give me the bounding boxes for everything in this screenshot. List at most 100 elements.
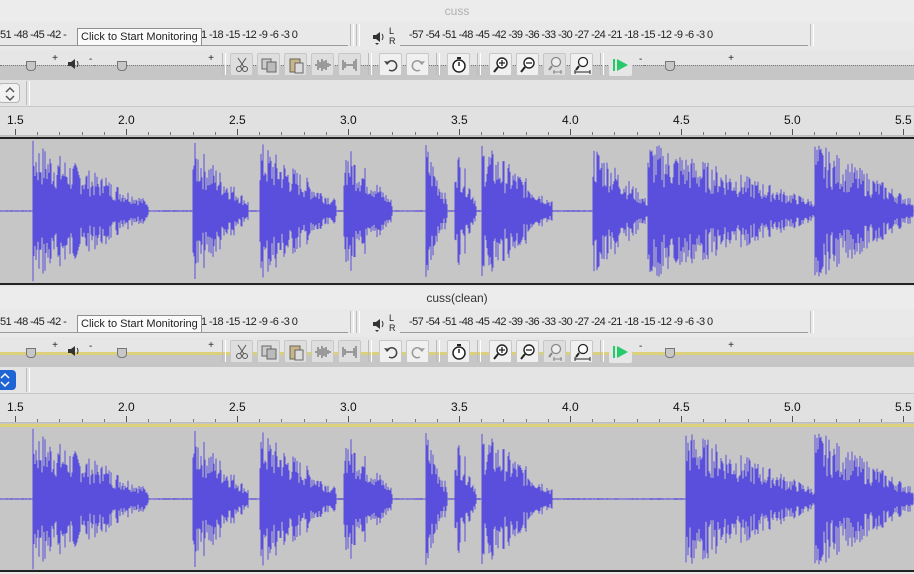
chevron-up-down-icon	[0, 372, 10, 388]
selection-format-stepper[interactable]	[0, 370, 16, 390]
toolbar-separator	[368, 340, 372, 362]
trim-audio-button[interactable]	[311, 340, 334, 363]
recording-meter-scale-tail: 1 -18 -15 -12 -9 -6 -3 0	[201, 316, 298, 328]
paste-button[interactable]	[284, 53, 307, 76]
ruler-tick	[770, 419, 771, 422]
zoom-in-button[interactable]	[489, 340, 512, 363]
ruler-tick	[148, 419, 149, 422]
ruler-tick	[659, 132, 660, 135]
project-window-cuss-clean: cuss(clean) 51 -48 -45 -42 - 1 -18 -15 -…	[0, 287, 914, 574]
redo-button[interactable]	[406, 53, 429, 76]
audio-track[interactable]	[0, 137, 914, 285]
ruler-tick	[570, 416, 571, 422]
window-title: cuss(clean)	[426, 291, 488, 305]
ruler-label: 1.5	[7, 113, 24, 127]
ruler-tick	[304, 132, 305, 135]
copy-button[interactable]	[257, 53, 280, 76]
zoom-in-button[interactable]	[489, 53, 512, 76]
ruler-tick	[548, 419, 549, 422]
copy-button[interactable]	[257, 340, 280, 363]
speaker-icon[interactable]	[371, 316, 387, 332]
cut-button[interactable]	[230, 340, 253, 363]
cut-button[interactable]	[230, 53, 253, 76]
ruler-tick	[748, 132, 749, 135]
ruler-label: 2.5	[229, 400, 246, 414]
recording-volume-thumb[interactable]	[26, 61, 36, 71]
paste-button[interactable]	[284, 340, 307, 363]
playback-volume-thumb[interactable]	[117, 348, 127, 358]
ruler-tick	[703, 419, 704, 422]
ruler-tick	[259, 419, 260, 422]
silence-audio-button[interactable]	[338, 53, 361, 76]
ruler-label: 5.5	[895, 400, 912, 414]
playback-meter[interactable]: L R -57 -54 -51 -48 -45 -42 -39 -36 -33 …	[364, 312, 808, 334]
toolbar-separator	[368, 53, 372, 75]
timeline-ruler[interactable]: 1.5 2.0 2.5 3.0 3.5 4.0 4.5 5.0 5.5	[0, 394, 914, 423]
play-at-speed-button[interactable]	[609, 53, 632, 76]
toolbar-separator	[356, 24, 360, 46]
ruler-tick	[59, 132, 60, 135]
ruler-label: 4.5	[673, 400, 690, 414]
ruler-tick	[193, 419, 194, 422]
toolbar-separator	[436, 340, 440, 362]
toolbar-separator	[356, 311, 360, 333]
fit-selection-button[interactable]	[543, 340, 566, 363]
ruler-label: 2.5	[229, 113, 246, 127]
playback-meter-scale: -57 -54 -51 -48 -45 -42 -39 -36 -33 -30 …	[409, 316, 713, 328]
audio-track[interactable]	[0, 424, 914, 572]
fit-selection-button[interactable]	[543, 53, 566, 76]
ruler-tick	[82, 132, 83, 135]
ruler-tick	[370, 419, 371, 422]
ruler-tick	[237, 129, 238, 135]
ruler-tick	[792, 129, 793, 135]
speaker-icon[interactable]	[371, 29, 387, 45]
playback-volume-thumb[interactable]	[117, 61, 127, 71]
zoom-out-button[interactable]	[516, 340, 539, 363]
ruler-tick	[126, 416, 127, 422]
undo-button[interactable]	[379, 53, 402, 76]
playback-speed-thumb[interactable]	[665, 348, 675, 358]
playback-volume-slider[interactable]: - +	[89, 340, 914, 500]
play-at-speed-button[interactable]	[609, 340, 632, 363]
sync-lock-button[interactable]	[447, 53, 470, 76]
silence-audio-button[interactable]	[338, 340, 361, 363]
playback-speed-slider[interactable]: - +	[639, 53, 914, 213]
recording-meter-scale-tail: 1 -18 -15 -12 -9 -6 -3 0	[201, 29, 298, 41]
chevron-up-down-icon	[5, 86, 15, 102]
start-monitoring-button[interactable]: Click to Start Monitoring	[77, 28, 202, 46]
playback-meter-scale: -57 -54 -51 -48 -45 -42 -39 -36 -33 -30 …	[409, 29, 713, 41]
selection-format-stepper[interactable]	[0, 83, 20, 103]
fit-project-button[interactable]	[570, 53, 593, 76]
toolbar-separator	[600, 340, 604, 362]
timeline-ruler[interactable]: 1.5 2.0 2.5 3.0 3.5 4.0 4.5 5.0 5.5	[0, 107, 914, 136]
zoom-out-button[interactable]	[516, 53, 539, 76]
redo-button[interactable]	[406, 340, 429, 363]
fit-project-button[interactable]	[570, 340, 593, 363]
recording-volume-slider[interactable]: +	[0, 53, 914, 213]
window-title: cuss	[444, 4, 470, 18]
playback-meter[interactable]: L R -57 -54 -51 -48 -45 -42 -39 -36 -33 …	[364, 25, 808, 47]
playback-speed-thumb[interactable]	[665, 61, 675, 71]
ruler-label: 4.5	[673, 113, 690, 127]
window-titlebar[interactable]: cuss(clean)	[0, 287, 914, 310]
playback-speed-slider[interactable]: - +	[639, 340, 914, 500]
playback-volume-slider[interactable]: - +	[89, 53, 914, 213]
recording-volume-thumb[interactable]	[26, 348, 36, 358]
ruler-tick	[503, 419, 504, 422]
ruler-tick	[570, 129, 571, 135]
ruler-tick	[903, 129, 904, 135]
undo-button[interactable]	[379, 340, 402, 363]
meter-toolbar: 51 -48 -45 -42 - 1 -18 -15 -12 -9 -6 -3 …	[0, 22, 914, 51]
ruler-label: 5.5	[895, 113, 912, 127]
sync-lock-button[interactable]	[447, 340, 470, 363]
start-monitoring-button[interactable]: Click to Start Monitoring	[77, 315, 202, 333]
ruler-tick	[481, 132, 482, 135]
ruler-tick	[170, 419, 171, 422]
recording-meter[interactable]: 51 -48 -45 -42 - 1 -18 -15 -12 -9 -6 -3 …	[0, 25, 348, 47]
window-titlebar[interactable]: cuss	[0, 0, 914, 23]
recording-meter[interactable]: 51 -48 -45 -42 - 1 -18 -15 -12 -9 -6 -3 …	[0, 312, 348, 334]
ruler-label: 2.0	[118, 113, 135, 127]
trim-audio-button[interactable]	[311, 53, 334, 76]
ruler-label: 3.0	[340, 400, 357, 414]
recording-volume-slider[interactable]: +	[0, 340, 914, 500]
